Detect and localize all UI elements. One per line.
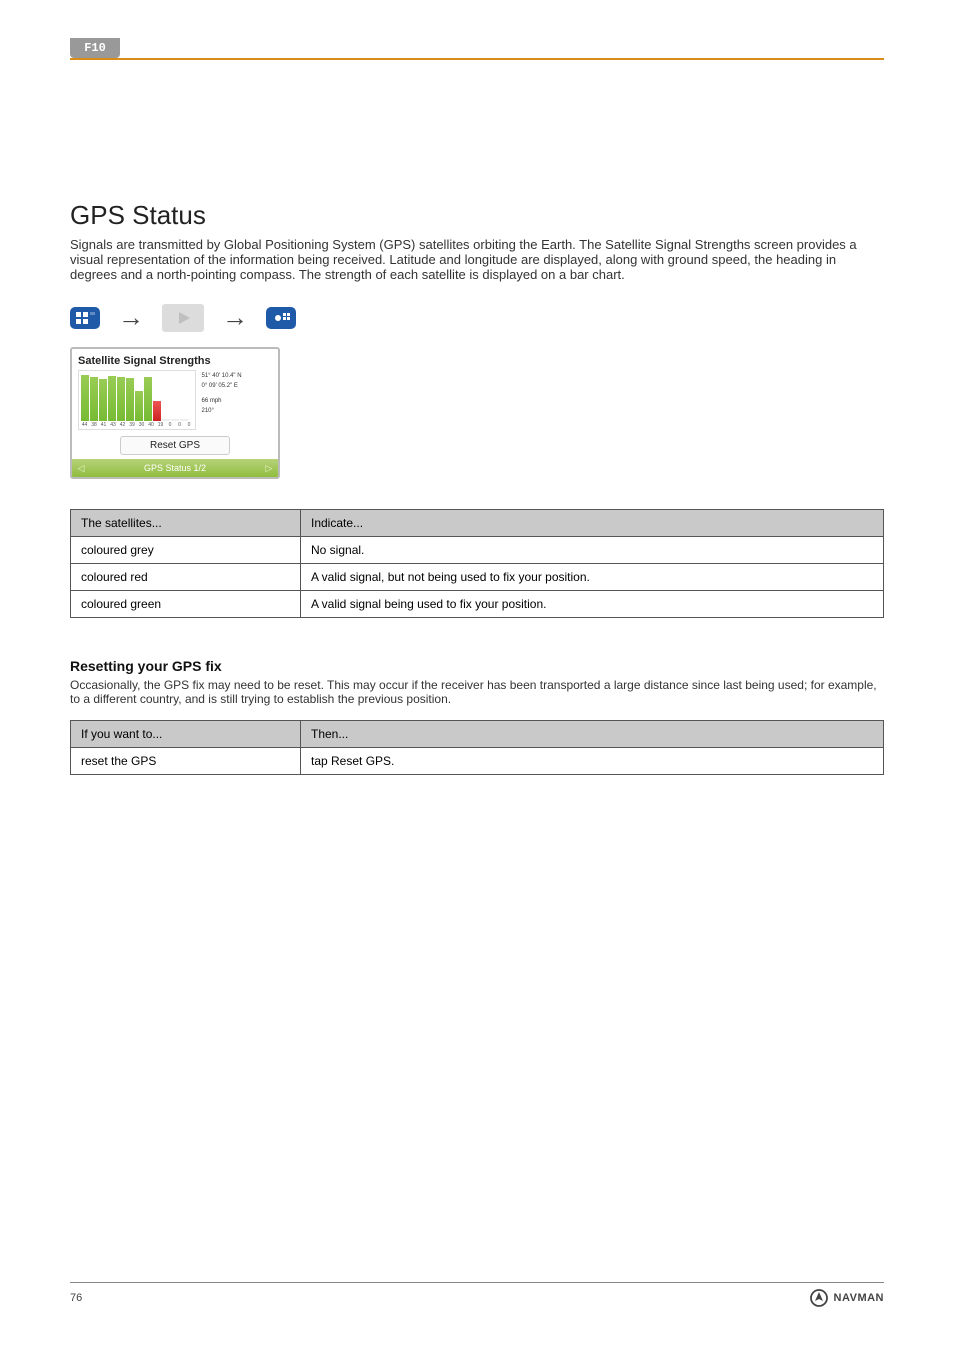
- brand-icon: [810, 1289, 828, 1307]
- reset-action-table: If you want to... Then... reset the GPS …: [70, 720, 884, 775]
- cell: coloured green: [71, 591, 301, 618]
- reset-gps-button[interactable]: Reset GPS: [120, 436, 230, 455]
- table-row: coloured grey No signal.: [71, 537, 884, 564]
- reset-heading: Resetting your GPS fix: [70, 658, 884, 674]
- cell: A valid signal being used to fix your po…: [301, 591, 884, 618]
- cell: A valid signal, but not being used to fi…: [301, 564, 884, 591]
- brand-text: NAVMAN: [834, 1292, 884, 1304]
- x-label: 30: [138, 422, 145, 428]
- x-label: 0: [176, 422, 183, 428]
- x-label: 0: [186, 422, 193, 428]
- section-title: GPS Status: [70, 200, 884, 231]
- nav-path: → →: [70, 302, 884, 333]
- menu-grid-icon: [70, 307, 100, 329]
- page-number: 76: [70, 1292, 82, 1304]
- screenshot-footer: ◁ GPS Status 1/2 ▷: [72, 459, 278, 477]
- cell: tap Reset GPS.: [301, 748, 884, 775]
- page-content: GPS Status Signals are transmitted by Gl…: [70, 100, 884, 775]
- screenshot-title: Satellite Signal Strengths: [78, 355, 272, 367]
- signal-colour-table: The satellites... Indicate... coloured g…: [70, 509, 884, 618]
- x-label: 19: [157, 422, 164, 428]
- arrow-right-icon: →: [118, 302, 144, 333]
- position-readout: 51° 40' 10.4" N 0° 09' 05.2" E 66 mph 21…: [202, 370, 242, 430]
- x-label: 38: [91, 422, 98, 428]
- device-tag: F10: [70, 38, 120, 58]
- cell: No signal.: [301, 537, 884, 564]
- table-row: coloured green A valid signal being used…: [71, 591, 884, 618]
- bars-x-labels: 44 38 41 43 42 39 30 40 19 0 0 0: [81, 422, 193, 428]
- satellite-icon: [266, 307, 296, 329]
- heading-value: 210°: [202, 407, 242, 417]
- chevron-left-icon[interactable]: ◁: [74, 459, 88, 477]
- lon-value: 0° 09' 05.2" E: [202, 382, 242, 392]
- x-label: 39: [129, 422, 136, 428]
- arrow-right-icon: →: [222, 302, 248, 333]
- table-header: If you want to...: [71, 721, 301, 748]
- reset-body: Occasionally, the GPS fix may need to be…: [70, 678, 884, 706]
- page-footer: 76 NAVMAN: [70, 1282, 884, 1307]
- x-label: 0: [167, 422, 174, 428]
- x-label: 43: [110, 422, 117, 428]
- x-label: 42: [119, 422, 126, 428]
- lat-value: 51° 40' 10.4" N: [202, 372, 242, 382]
- x-label: 40: [148, 422, 155, 428]
- accent-rule: [70, 58, 884, 60]
- screen-capture: Satellite Signal Strengths: [70, 347, 280, 479]
- signal-bars: 44 38 41 43 42 39 30 40 19 0 0 0: [78, 370, 196, 430]
- cell: coloured red: [71, 564, 301, 591]
- section-intro: Signals are transmitted by Global Positi…: [70, 237, 884, 282]
- table-header: The satellites...: [71, 510, 301, 537]
- footer-label: GPS Status 1/2: [144, 463, 206, 473]
- speed-value: 66 mph: [202, 397, 242, 407]
- brand-logo: NAVMAN: [810, 1289, 884, 1307]
- x-label: 44: [81, 422, 88, 428]
- x-label: 41: [100, 422, 107, 428]
- table-row: reset the GPS tap Reset GPS.: [71, 748, 884, 775]
- cell: reset the GPS: [71, 748, 301, 775]
- table-header: Then...: [301, 721, 884, 748]
- play-box-icon: [162, 304, 204, 332]
- chevron-right-icon[interactable]: ▷: [262, 459, 276, 477]
- cell: coloured grey: [71, 537, 301, 564]
- table-header: Indicate...: [301, 510, 884, 537]
- table-row: coloured red A valid signal, but not bei…: [71, 564, 884, 591]
